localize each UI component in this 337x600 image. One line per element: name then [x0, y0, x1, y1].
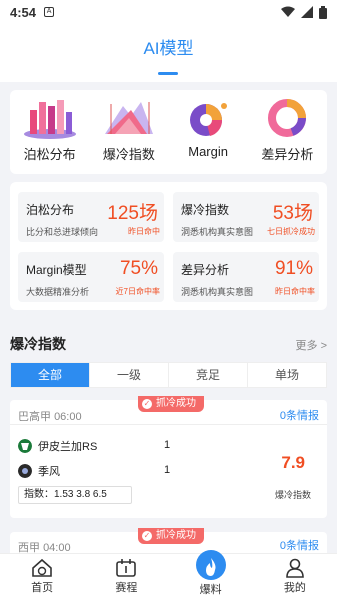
tab-level-one[interactable]: 一级 — [90, 363, 169, 387]
model-poisson[interactable]: 泊松分布 — [10, 90, 89, 174]
model-label: 差异分析 — [261, 147, 314, 162]
home-score: 1 — [164, 439, 171, 451]
model-difference[interactable]: 差异分析 — [248, 90, 327, 174]
user-icon — [286, 558, 304, 578]
stat-rate: 近7日命中率 — [115, 287, 160, 296]
home-team: 伊皮兰加RS — [18, 438, 97, 454]
section-title: 爆冷指数 — [10, 336, 66, 352]
stat-value: 125场 — [107, 203, 158, 224]
wifi-icon — [281, 6, 295, 17]
index-label: 指数： — [24, 489, 54, 500]
stat-card-margin[interactable]: Margin模型 75% 大数据精准分析 近7日命中率 — [18, 252, 164, 302]
fire-icon — [205, 558, 216, 576]
cold-index-label: 爆冷指数 — [274, 490, 311, 500]
home-team-name: 伊皮兰加RS — [38, 441, 98, 453]
odds-index: 指数：1.53 3.8 6.5 — [18, 486, 132, 504]
tab-label: 首页 — [31, 582, 54, 594]
stat-name: 差异分析 — [181, 263, 230, 277]
status-bar: 4:54 A — [0, 0, 337, 24]
stat-card-difference[interactable]: 差异分析 91% 洞悉机构真实意图 昨日命中率 — [173, 252, 319, 302]
stat-value: 91% — [274, 258, 313, 279]
stat-rate: 七日抓冷成功 — [267, 227, 315, 236]
page-title: AI模型 — [143, 39, 194, 58]
cold-index-value: 7.9 — [281, 453, 305, 472]
match-card[interactable]: 巴高甲 06:00 ✓ 抓冷成功 0条情报 伊皮兰加RS 1 季风 1 指数：1.… — [10, 396, 327, 518]
status-time: 4:54 — [10, 4, 37, 20]
model-grid: 泊松分布 爆冷指数 Margin 差异分析 — [10, 90, 327, 174]
tab-mine[interactable]: 我的 — [253, 554, 337, 600]
tab-all[interactable]: 全部 — [11, 363, 90, 387]
stat-desc: 大数据精准分析 — [26, 287, 90, 297]
fire-icon-circle — [195, 550, 226, 580]
team-crest-icon — [18, 464, 32, 478]
tab-tips[interactable]: 爆料 — [169, 550, 253, 600]
stat-card-poisson[interactable]: 泊松分布 125场 比分和总进球倾向 昨日命中 — [18, 192, 164, 242]
league-name: 巴高甲 — [18, 411, 51, 423]
model-label: Margin — [188, 144, 228, 159]
notification-a-icon: A — [44, 7, 55, 17]
intel-count-link[interactable]: 0条情报 — [280, 407, 319, 423]
match-league-time: 巴高甲 06:00 — [18, 408, 82, 424]
stat-desc: 洞悉机构真实意图 — [181, 287, 254, 297]
bottom-tab-bar: 首页 赛程 爆料 我的 — [0, 550, 337, 600]
stat-desc: 比分和总进球倾向 — [26, 227, 99, 237]
signal-icon — [301, 6, 313, 18]
away-score: 1 — [164, 464, 171, 476]
team-crest-icon — [18, 439, 32, 453]
divider — [10, 424, 327, 425]
model-cold-index[interactable]: 爆冷指数 — [89, 90, 168, 174]
check-icon: ✓ — [142, 531, 152, 541]
cold-success-badge: ✓ 抓冷成功 — [138, 528, 204, 544]
poisson-bars-icon — [23, 100, 76, 139]
stat-name: Margin模型 — [26, 263, 87, 277]
tab-home[interactable]: 首页 — [0, 554, 84, 600]
stats-panel: 泊松分布 125场 比分和总进球倾向 昨日命中 爆冷指数 53场 洞悉机构真实意… — [10, 182, 327, 310]
difference-ring-icon — [268, 99, 307, 137]
schedule-icon — [116, 559, 137, 577]
badge-label: 抓冷成功 — [156, 530, 196, 541]
intel-count-link[interactable]: 0条情报 — [280, 537, 319, 553]
tab-single[interactable]: 单场 — [248, 363, 326, 387]
more-link[interactable]: 更多 > — [296, 337, 327, 353]
tab-jingzu[interactable]: 竞足 — [169, 363, 248, 387]
stat-desc: 洞悉机构真实意图 — [181, 227, 254, 237]
stat-rate: 昨日命中 — [128, 227, 160, 236]
away-team-name: 季风 — [38, 466, 60, 478]
away-team: 季风 — [18, 463, 60, 479]
page-header: AI模型 — [0, 24, 337, 82]
model-label: 爆冷指数 — [102, 147, 155, 162]
stat-value: 75% — [119, 258, 158, 279]
stat-name: 爆冷指数 — [181, 203, 230, 217]
stat-name: 泊松分布 — [26, 203, 75, 217]
stat-value: 53场 — [272, 203, 313, 224]
match-time: 06:00 — [54, 411, 82, 423]
model-label: 泊松分布 — [23, 147, 76, 162]
tab-label: 赛程 — [115, 582, 138, 594]
tab-label: 我的 — [283, 582, 306, 594]
check-icon: ✓ — [142, 399, 152, 409]
stat-card-cold[interactable]: 爆冷指数 53场 洞悉机构真实意图 七日抓冷成功 — [173, 192, 319, 242]
stat-rate: 昨日命中率 — [275, 287, 315, 296]
cold-success-badge: ✓ 抓冷成功 — [138, 396, 204, 412]
filter-tabs: 全部 一级 竞足 单场 — [10, 362, 327, 388]
index-values: 1.53 3.8 6.5 — [54, 489, 107, 500]
home-ball-icon — [32, 558, 52, 577]
cold-index-chart-icon — [104, 102, 153, 134]
badge-label: 抓冷成功 — [156, 398, 196, 409]
tab-schedule[interactable]: 赛程 — [84, 554, 168, 600]
tab-label: 爆料 — [199, 584, 222, 596]
margin-pie-icon — [190, 103, 228, 136]
model-margin[interactable]: Margin — [169, 90, 248, 174]
title-underline — [158, 72, 178, 75]
battery-icon — [319, 5, 327, 19]
